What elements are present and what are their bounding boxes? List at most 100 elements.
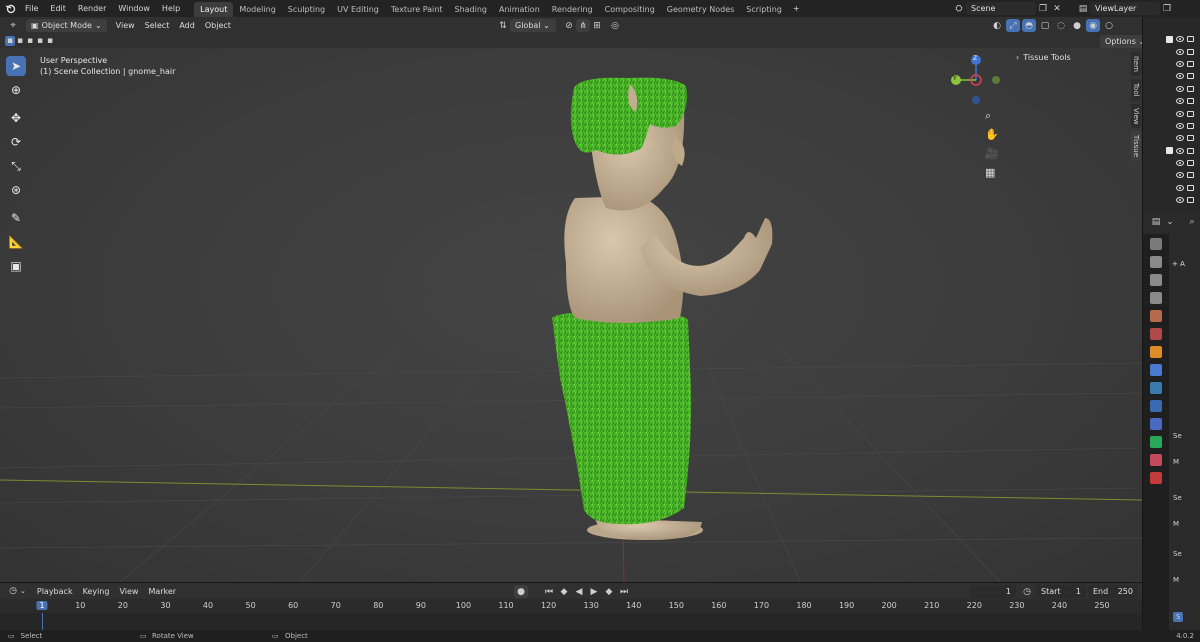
eye-icon[interactable] [1176, 197, 1184, 204]
snap-target-icon[interactable]: ⊞ [590, 19, 604, 32]
transform-tool-icon[interactable]: ⊛ [6, 180, 26, 200]
sidebar-tab-tissue[interactable]: Tissue [1131, 131, 1141, 162]
view-layer-icon[interactable]: ▤ [1076, 2, 1090, 15]
select-invert-icon[interactable]: ▪ [35, 36, 45, 46]
viewport-menu-object[interactable]: Object [200, 19, 236, 32]
tab-layout[interactable]: Layout [194, 1, 234, 17]
search-icon[interactable]: ⌕ [1185, 215, 1199, 228]
copy-scene-icon[interactable]: ❐ [1036, 2, 1050, 15]
select-intersect-icon[interactable]: ▪ [45, 36, 55, 46]
mode-selector[interactable]: ▣ Object Mode ⌄ [26, 19, 107, 32]
select-extend-icon[interactable]: ▪ [15, 36, 25, 46]
properties-editor-icon[interactable]: ▤ [1149, 215, 1163, 228]
outliner-row[interactable] [1143, 182, 1200, 194]
menu-window[interactable]: Window [112, 0, 156, 17]
add-modifier-button[interactable]: + A [1169, 260, 1188, 268]
menu-edit[interactable]: Edit [44, 0, 72, 17]
tool-tab-icon[interactable] [1150, 238, 1162, 250]
timeline-ruler[interactable]: 1 10 20 30 40 50 60 70 80 90 100 110 120 130 140 150 160… [0, 599, 1142, 613]
outliner-row[interactable] [1143, 33, 1200, 45]
material-shading-icon[interactable]: ◉ [1086, 19, 1100, 32]
render-camera-icon[interactable] [1187, 147, 1194, 154]
tab-uv-editing[interactable]: UV Editing [331, 2, 385, 17]
select-box-tool-icon[interactable]: ➤ [6, 56, 26, 76]
copy-view-layer-icon[interactable]: ❐ [1160, 2, 1174, 15]
overlay-icon[interactable]: ◓ [1022, 19, 1036, 32]
gizmo-toggle-icon[interactable]: ⤢ [1006, 19, 1020, 32]
view-layer-tab-icon[interactable] [1150, 292, 1162, 304]
gnome-model[interactable] [552, 77, 773, 540]
solid-shading-icon[interactable]: ● [1070, 19, 1084, 32]
render-camera-icon[interactable] [1187, 110, 1194, 117]
sidebar-tab-tool[interactable]: Tool [1131, 78, 1141, 101]
object-tab-icon[interactable] [1150, 346, 1162, 358]
constraints-tab-icon[interactable] [1150, 418, 1162, 430]
render-camera-icon[interactable] [1187, 85, 1194, 92]
rotate-tool-icon[interactable]: ⟳ [6, 132, 26, 152]
camera-icon[interactable]: 🎥 [985, 144, 999, 163]
eye-icon[interactable] [1176, 36, 1184, 43]
render-camera-icon[interactable] [1187, 122, 1194, 129]
play-reverse-icon[interactable]: ◀ [572, 585, 586, 598]
tab-modeling[interactable]: Modeling [233, 2, 281, 17]
viewport-menu-view[interactable]: View [111, 19, 140, 32]
render-camera-icon[interactable] [1187, 60, 1194, 67]
outliner-row[interactable] [1143, 83, 1200, 95]
navigation-gizmo[interactable]: Z Y [948, 52, 1004, 108]
eye-icon[interactable] [1176, 122, 1184, 129]
blender-logo-icon[interactable] [3, 2, 17, 15]
pan-hand-icon[interactable]: ✋ [985, 125, 999, 144]
measure-tool-icon[interactable]: 📐 [6, 232, 26, 252]
jump-start-icon[interactable]: ⏮ [542, 585, 556, 598]
pivot-icon[interactable]: ⊘ [562, 19, 576, 32]
play-icon[interactable]: ▶ [587, 585, 601, 598]
eye-icon[interactable] [1176, 160, 1184, 167]
render-camera-icon[interactable] [1187, 48, 1194, 55]
visibility-icon[interactable]: ◐ [990, 19, 1004, 32]
scene-icon[interactable]: ⛭ [952, 2, 966, 15]
rendered-shading-icon[interactable]: ○ [1102, 19, 1116, 32]
tab-geometry-nodes[interactable]: Geometry Nodes [661, 2, 740, 17]
properties-panel-label[interactable]: Se [1173, 494, 1182, 502]
outliner-row[interactable] [1143, 107, 1200, 119]
physics-tab-icon[interactable] [1150, 400, 1162, 412]
add-workspace-button[interactable]: + [788, 2, 805, 15]
tab-animation[interactable]: Animation [493, 2, 546, 17]
properties-panel-label[interactable]: Se [1173, 432, 1182, 440]
chevron-down-icon[interactable]: ⌄ [1163, 215, 1177, 228]
timeline-menu-marker[interactable]: Marker [143, 585, 181, 598]
collection-checkbox-icon[interactable] [1166, 35, 1173, 43]
viewport-menu-select[interactable]: Select [140, 19, 175, 32]
texture-tab-icon[interactable] [1150, 472, 1162, 484]
chevron-down-icon[interactable]: ⌄ [20, 587, 26, 595]
scene-field[interactable]: Scene [966, 2, 1036, 15]
3d-viewport[interactable]: ➤ ⊕ ✥ ⟳ ⤡ ⊛ ✎ 📐 ▣ User Perspective (1) S… [0, 48, 1142, 582]
eye-icon[interactable] [1176, 172, 1184, 179]
data-tab-icon[interactable] [1150, 436, 1162, 448]
outliner-row[interactable] [1143, 45, 1200, 57]
scale-tool-icon[interactable]: ⤡ [6, 156, 26, 176]
tab-scripting[interactable]: Scripting [740, 2, 788, 17]
eye-icon[interactable] [1176, 85, 1184, 92]
menu-render[interactable]: Render [72, 0, 112, 17]
jump-end-icon[interactable]: ⏭ [617, 585, 631, 598]
properties-panel-label[interactable]: S [1173, 612, 1184, 622]
particles-tab-icon[interactable] [1150, 382, 1162, 394]
properties-panel-label[interactable]: M [1173, 458, 1179, 466]
tab-texture-paint[interactable]: Texture Paint [385, 2, 449, 17]
render-camera-icon[interactable] [1187, 135, 1194, 142]
viewport-menu-add[interactable]: Add [174, 19, 200, 32]
properties-panel-label[interactable]: M [1173, 520, 1179, 528]
xray-icon[interactable]: ▢ [1038, 19, 1052, 32]
preview-range-icon[interactable]: ◷ [1020, 585, 1034, 598]
outliner-row[interactable] [1143, 120, 1200, 132]
tab-compositing[interactable]: Compositing [599, 2, 661, 17]
timeline-menu-view[interactable]: View [114, 585, 143, 598]
tab-shading[interactable]: Shading [448, 2, 493, 17]
eye-icon[interactable] [1176, 48, 1184, 55]
zoom-icon[interactable]: ⌕ [985, 106, 999, 125]
editor-type-icon[interactable]: ⌖ [6, 19, 20, 32]
timeline-menu-playback[interactable]: Playback [32, 585, 78, 598]
render-camera-icon[interactable] [1187, 172, 1194, 179]
material-tab-icon[interactable] [1150, 454, 1162, 466]
